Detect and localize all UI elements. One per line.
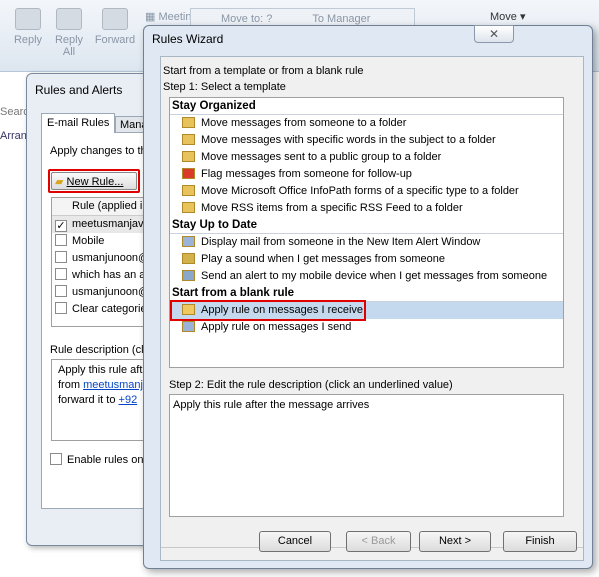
- template-group-header: Stay Organized: [170, 98, 563, 115]
- new-rule-highlight: ▰ New Rule...: [48, 169, 140, 193]
- reply-icon: [15, 8, 41, 30]
- template-item[interactable]: Move RSS items from a specific RSS Feed …: [170, 200, 563, 217]
- description-text: Apply this rule after the message arrive…: [173, 399, 370, 411]
- finish-button[interactable]: Finish: [503, 531, 577, 552]
- template-label: Move RSS items from a specific RSS Feed …: [201, 202, 463, 214]
- wizard-panel: Start from a template or from a blank ru…: [160, 56, 584, 561]
- phone-link[interactable]: +92: [119, 394, 138, 406]
- template-item[interactable]: Flag messages from someone for follow-up: [170, 166, 563, 183]
- template-label: Send an alert to my mobile device when I…: [201, 270, 548, 282]
- rule-checkbox[interactable]: [55, 285, 67, 297]
- rule-description-label: Rule description (cli: [50, 344, 146, 356]
- rules-and-alerts-dialog: Rules and Alerts E-mail Rules Mana Apply…: [26, 73, 165, 546]
- desc-line: Apply this rule aft: [58, 364, 143, 376]
- template-icon: [182, 151, 195, 162]
- template-item[interactable]: Apply rule on messages I receive: [170, 300, 563, 321]
- checkbox: [50, 453, 62, 465]
- intro-label: Start from a template or from a blank ru…: [163, 65, 364, 77]
- dialog-title: Rules Wizard: [152, 32, 224, 46]
- reply-button[interactable]: Reply: [8, 8, 48, 46]
- enable-rules-checkbox[interactable]: Enable rules on: [50, 453, 143, 466]
- template-item[interactable]: Move Microsoft Office InfoPath forms of …: [170, 183, 563, 200]
- back-button[interactable]: < Back: [346, 531, 411, 552]
- tab-email-rules[interactable]: E-mail Rules: [41, 113, 116, 133]
- template-icon: [182, 202, 195, 213]
- template-label: Move messages from someone to a folder: [201, 117, 407, 129]
- sender-link[interactable]: meetusmanja: [83, 379, 149, 391]
- rule-name: which has an a: [72, 269, 146, 281]
- rule-name: usmanjunoon@: [72, 286, 150, 298]
- step1-label: Step 1: Select a template: [163, 81, 286, 93]
- rule-checkbox[interactable]: [55, 268, 67, 280]
- template-item[interactable]: Play a sound when I get messages from so…: [170, 251, 563, 268]
- template-label: Play a sound when I get messages from so…: [201, 253, 445, 265]
- rule-checkbox[interactable]: [55, 251, 67, 263]
- forward-button[interactable]: Forward: [92, 8, 138, 46]
- template-group-header: Stay Up to Date: [170, 217, 563, 234]
- rule-checkbox[interactable]: ✓: [55, 220, 67, 232]
- selection-highlight: [170, 300, 366, 321]
- desc-line: from meetusmanja: [58, 378, 154, 393]
- move-button[interactable]: Move ▾: [490, 10, 525, 23]
- template-icon: [182, 117, 195, 128]
- cancel-button[interactable]: Cancel: [259, 531, 331, 552]
- step2-label: Step 2: Edit the rule description (click…: [169, 379, 453, 391]
- template-icon: [182, 185, 195, 196]
- template-label: Apply rule on messages I send: [201, 321, 352, 333]
- template-label: Move messages with specific words in the…: [201, 134, 496, 146]
- rule-name: Clear categorie: [72, 303, 147, 315]
- close-button[interactable]: ✕: [474, 25, 514, 43]
- desc-text: forward it to: [58, 394, 119, 406]
- template-list: Stay Organized Move messages from someone…: [169, 97, 564, 368]
- calendar-icon: ▦: [145, 11, 159, 23]
- apply-changes-label: Apply changes to th: [50, 145, 147, 157]
- template-icon: [182, 253, 195, 264]
- new-rule-button[interactable]: ▰ New Rule...: [51, 172, 137, 190]
- reply-all-button[interactable]: Reply All: [50, 8, 88, 58]
- template-icon: [182, 134, 195, 145]
- close-icon: ✕: [488, 27, 500, 41]
- search-input[interactable]: Searc: [0, 106, 29, 118]
- rule-checkbox[interactable]: [55, 234, 67, 246]
- template-label: Display mail from someone in the New Ite…: [201, 236, 481, 248]
- rule-description-box: Apply this rule after the message arrive…: [169, 394, 564, 517]
- template-label: Flag messages from someone for follow-up: [201, 168, 412, 180]
- template-label: Move Microsoft Office InfoPath forms of …: [201, 185, 519, 197]
- template-icon: [182, 168, 195, 179]
- template-item[interactable]: Send an alert to my mobile device when I…: [170, 268, 563, 285]
- rule-checkbox[interactable]: [55, 302, 67, 314]
- template-item[interactable]: Display mail from someone in the New Ite…: [170, 234, 563, 251]
- template-item[interactable]: Move messages from someone to a folder: [170, 115, 563, 132]
- template-icon: [182, 236, 195, 247]
- desc-line: forward it to +92: [58, 393, 154, 408]
- rule-name: usmanjunoon@: [72, 252, 150, 264]
- template-label: Move messages sent to a public group to …: [201, 151, 442, 163]
- dialog-title: Rules and Alerts: [35, 83, 123, 97]
- next-button[interactable]: Next >: [419, 531, 491, 552]
- reply-all-icon: [56, 8, 82, 30]
- template-icon: [182, 270, 195, 281]
- forward-icon: [102, 8, 128, 30]
- template-item[interactable]: Move messages sent to a public group to …: [170, 149, 563, 166]
- rule-name: Mobile: [72, 235, 105, 247]
- rule-name: meetusmanjav: [72, 218, 144, 230]
- rules-wizard-dialog: Rules Wizard ✕ Start from a template or …: [143, 25, 593, 569]
- folder-icon: ▰: [55, 176, 64, 188]
- template-item[interactable]: Move messages with specific words in the…: [170, 132, 563, 149]
- template-icon: [182, 321, 195, 332]
- arrange-by[interactable]: Arran: [0, 130, 27, 142]
- desc-text: from: [58, 379, 84, 391]
- template-item[interactable]: Apply rule on messages I send: [170, 319, 563, 336]
